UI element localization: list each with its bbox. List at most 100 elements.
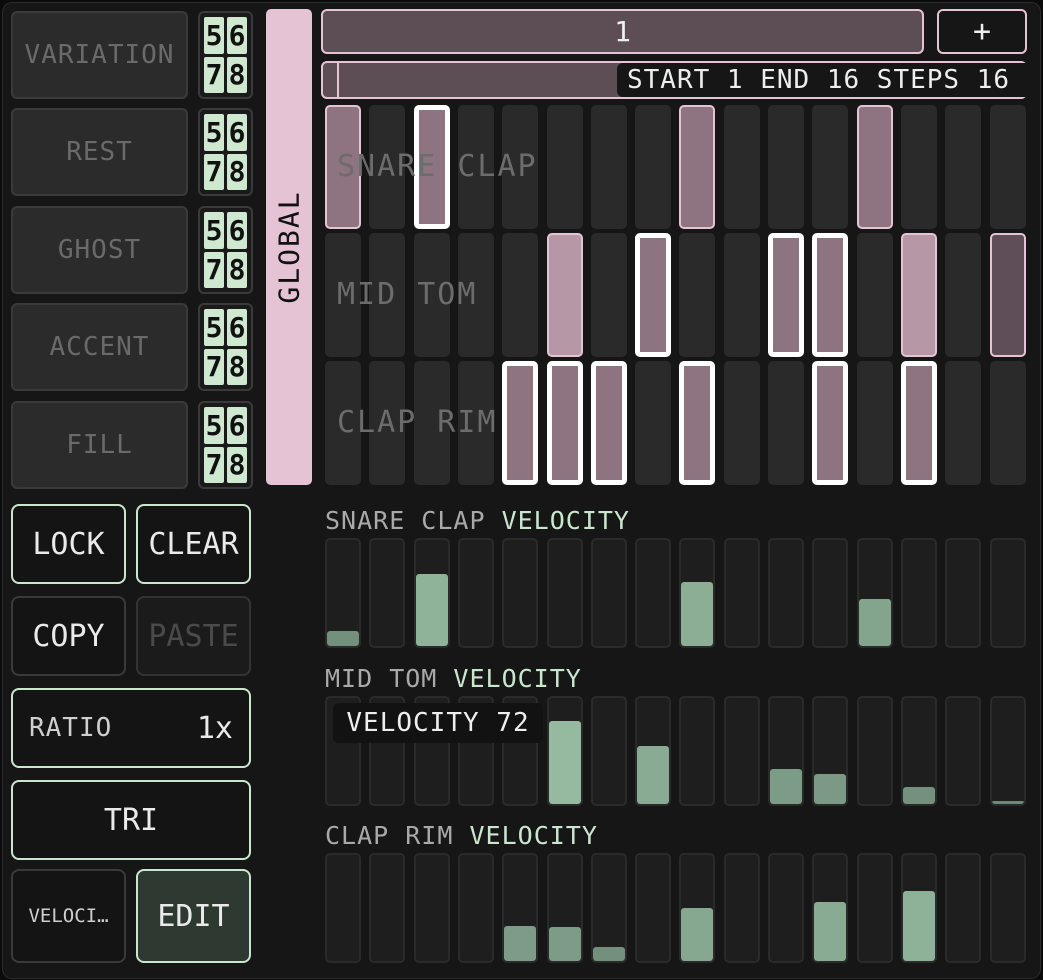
variation-step-7[interactable]: 7 xyxy=(204,56,224,93)
velocity-cell[interactable] xyxy=(768,696,804,806)
step-cell[interactable] xyxy=(369,361,406,485)
velocity-cell[interactable] xyxy=(457,853,494,963)
step-cell[interactable] xyxy=(945,105,982,229)
ratio-control[interactable]: RATIO 1x xyxy=(11,688,251,768)
step-cell[interactable] xyxy=(989,233,1026,357)
step-cell[interactable] xyxy=(945,361,982,485)
add-pattern-button[interactable]: + xyxy=(937,9,1027,54)
velocity-cell[interactable] xyxy=(812,696,849,806)
velocity-cell[interactable] xyxy=(768,538,804,648)
step-cell[interactable] xyxy=(900,233,937,357)
fill-step-8[interactable]: 8 xyxy=(227,446,247,483)
pattern-selector[interactable]: 1 xyxy=(321,9,924,54)
accent-step-8[interactable]: 8 xyxy=(227,348,247,385)
step-cell[interactable] xyxy=(856,105,893,229)
step-cell[interactable] xyxy=(413,233,450,357)
step-cell[interactable] xyxy=(900,105,937,229)
step-cell[interactable] xyxy=(812,233,849,357)
rest-step-5[interactable]: 5 xyxy=(204,114,224,151)
step-cell[interactable] xyxy=(546,361,583,485)
accent-button[interactable]: ACCENT xyxy=(11,303,188,391)
step-cell[interactable] xyxy=(590,233,627,357)
velocity-cell[interactable] xyxy=(945,538,982,648)
lock-button[interactable]: LOCK xyxy=(11,504,126,584)
velocity-cell[interactable] xyxy=(945,853,982,963)
step-cell[interactable] xyxy=(590,361,627,485)
velocity-cell[interactable] xyxy=(325,538,361,648)
step-cell[interactable] xyxy=(635,233,672,357)
velocity-cell[interactable] xyxy=(413,853,450,963)
variation-step-5[interactable]: 5 xyxy=(204,17,224,54)
ghost-step-8[interactable]: 8 xyxy=(227,251,247,288)
velocity-cell[interactable] xyxy=(679,853,716,963)
global-toggle[interactable]: GLOBAL xyxy=(266,9,312,485)
step-cell[interactable] xyxy=(856,361,893,485)
velocity-cell[interactable] xyxy=(325,853,361,963)
step-cell[interactable] xyxy=(723,233,760,357)
velocity-cell[interactable] xyxy=(502,538,539,648)
fill-step-6[interactable]: 6 xyxy=(227,407,247,444)
ghost-step-5[interactable]: 5 xyxy=(204,212,224,249)
velocity-cell[interactable] xyxy=(900,696,937,806)
step-cell[interactable] xyxy=(457,361,494,485)
step-cell[interactable] xyxy=(325,233,361,357)
velocity-cell[interactable] xyxy=(369,538,406,648)
velocity-cell[interactable] xyxy=(635,696,672,806)
range-start-handle[interactable] xyxy=(337,63,339,97)
velocity-cell[interactable] xyxy=(679,538,716,648)
velocity-cell[interactable] xyxy=(812,538,849,648)
copy-button[interactable]: COPY xyxy=(11,596,126,676)
velocity-cell[interactable] xyxy=(856,538,893,648)
velocity-cell[interactable] xyxy=(856,696,893,806)
step-cell[interactable] xyxy=(856,233,893,357)
fill-step-5[interactable]: 5 xyxy=(204,407,224,444)
step-cell[interactable] xyxy=(989,361,1026,485)
velocity-cell[interactable] xyxy=(723,696,760,806)
step-cell[interactable] xyxy=(679,361,716,485)
step-cell[interactable] xyxy=(413,361,450,485)
velocity-mode-button[interactable]: VELOCI… xyxy=(11,869,126,963)
step-cell[interactable] xyxy=(325,105,361,229)
velocity-cell[interactable] xyxy=(590,538,627,648)
step-cell[interactable] xyxy=(502,361,539,485)
velocity-cell[interactable] xyxy=(989,538,1026,648)
accent-step-7[interactable]: 7 xyxy=(204,348,224,385)
velocity-cell[interactable] xyxy=(989,853,1026,963)
velocity-cell[interactable] xyxy=(723,853,760,963)
velocity-cell[interactable] xyxy=(768,853,804,963)
tri-button[interactable]: TRI xyxy=(11,780,251,860)
velocity-cell[interactable] xyxy=(546,853,583,963)
velocity-cell[interactable] xyxy=(945,696,982,806)
variation-step-8[interactable]: 8 xyxy=(227,56,247,93)
step-cell[interactable] xyxy=(812,361,849,485)
step-cell[interactable] xyxy=(989,105,1026,229)
velocity-cell[interactable] xyxy=(900,538,937,648)
velocity-cell[interactable] xyxy=(413,538,450,648)
velocity-cell[interactable] xyxy=(502,853,539,963)
velocity-cell[interactable] xyxy=(989,696,1026,806)
fill-step-7[interactable]: 7 xyxy=(204,446,224,483)
step-cell[interactable] xyxy=(369,233,406,357)
variation-step-6[interactable]: 6 xyxy=(227,17,247,54)
step-cell[interactable] xyxy=(413,105,450,229)
step-cell[interactable] xyxy=(723,361,760,485)
velocity-cell[interactable] xyxy=(812,853,849,963)
velocity-cell[interactable] xyxy=(369,853,406,963)
velocity-cell[interactable] xyxy=(635,853,672,963)
step-cell[interactable] xyxy=(679,233,716,357)
step-cell[interactable] xyxy=(635,361,672,485)
accent-step-6[interactable]: 6 xyxy=(227,309,247,346)
edit-button[interactable]: EDIT xyxy=(136,869,251,963)
step-cell[interactable] xyxy=(502,105,539,229)
step-cell[interactable] xyxy=(768,361,804,485)
velocity-cell[interactable] xyxy=(546,538,583,648)
step-cell[interactable] xyxy=(457,105,494,229)
velocity-cell[interactable] xyxy=(457,538,494,648)
velocity-cell[interactable] xyxy=(546,696,583,806)
step-cell[interactable] xyxy=(590,105,627,229)
step-cell[interactable] xyxy=(502,233,539,357)
fill-button[interactable]: FILL xyxy=(11,401,188,489)
step-cell[interactable] xyxy=(768,105,804,229)
ghost-step-6[interactable]: 6 xyxy=(227,212,247,249)
step-cell[interactable] xyxy=(635,105,672,229)
